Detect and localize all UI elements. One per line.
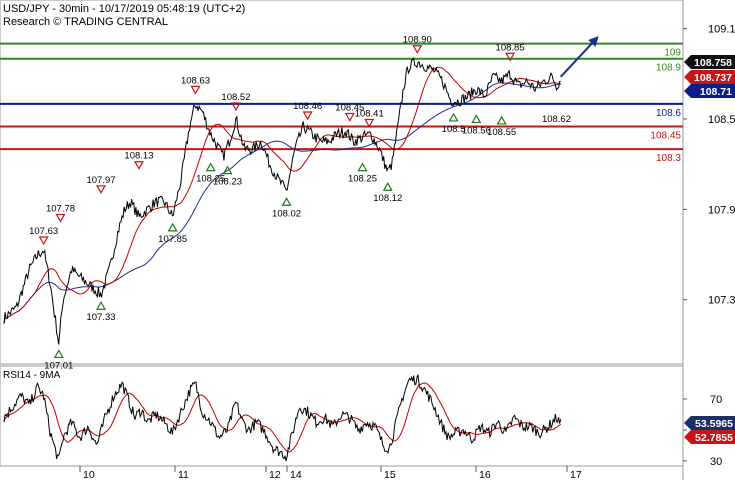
low-label-13: 107.85 [158, 234, 187, 245]
high-label-8: 108.41 [355, 109, 384, 120]
price-tag-label-blue: 108.71 [700, 86, 732, 98]
chart-window: 109 108.9 108.6 108.45 108.3 107.63 107.78 107… [0, 0, 735, 480]
time-x-axis: 10 11 12 14 15 16 17 [79, 466, 582, 480]
x-tick-label-14: 14 [290, 469, 302, 480]
price-tag-label-red: 108.737 [694, 72, 732, 84]
low-label-18: 108.12 [373, 193, 402, 204]
level-label-108.45: 108.45 [650, 131, 681, 142]
x-tick-label-15: 15 [384, 469, 396, 480]
rsi-tag-label-rsi: 53.5965 [695, 418, 733, 430]
x-tick-label-16: 16 [479, 469, 491, 480]
high-label-3: 108.13 [124, 151, 153, 162]
price-tick-label-108.5: 108.5 [708, 114, 735, 126]
chart-canvas: 109108.9108.6108.45108.3 107.63107.78107… [0, 0, 735, 480]
low-label-17: 108.25 [348, 174, 377, 185]
price-tick-label-107.9: 107.9 [708, 204, 735, 216]
price-tick-label-107.3: 107.3 [708, 295, 735, 307]
high-label-4: 108.63 [181, 75, 210, 86]
x-tick-label-11: 11 [178, 469, 189, 480]
rsi-tick-label-70: 70 [710, 394, 722, 406]
low-label-16: 108.02 [272, 208, 301, 219]
low-label-15: 108.23 [213, 177, 242, 188]
price-tag-label-last: 108.758 [694, 57, 732, 69]
level-label-108.6: 108.6 [656, 108, 681, 119]
rsi-tag-label-rsi_ma: 52.7855 [695, 432, 733, 444]
rsi-y-axis: 70503053.596552.7855 [683, 394, 735, 468]
level-label-109: 109 [664, 48, 681, 59]
chart-header-source: Research © TRADING CENTRAL [3, 16, 168, 28]
price-tags: 108.758 108.737 108.71 [684, 55, 735, 98]
high-label-10: 108.85 [496, 42, 525, 53]
rsi-panel-title: RSI14 - 9MA [3, 370, 61, 381]
level-label-108.3: 108.3 [656, 153, 681, 164]
chart-header-title: USD/JPY - 30min - 10/17/2019 05:48:19 (U… [3, 3, 245, 15]
price-tick-label-109.1: 109.1 [708, 24, 735, 36]
low-label-12: 107.33 [86, 312, 115, 323]
x-tick-label-10: 10 [83, 469, 95, 480]
low-label-21: 108.55 [487, 127, 516, 138]
high-label-1: 107.78 [46, 203, 75, 214]
high-label-0: 107.63 [29, 226, 58, 237]
high-label-6: 108.46 [293, 101, 322, 112]
x-tick-label-17: 17 [570, 469, 582, 480]
level-label-108.9: 108.9 [656, 63, 681, 74]
level-annotation-0: 108.62 [542, 114, 571, 125]
high-label-9: 108.90 [403, 35, 432, 46]
high-label-2: 107.97 [86, 175, 115, 186]
rsi-tick-label-30: 30 [710, 456, 722, 468]
x-tick-label-12: 12 [269, 469, 281, 480]
high-label-5: 108.52 [221, 92, 250, 103]
